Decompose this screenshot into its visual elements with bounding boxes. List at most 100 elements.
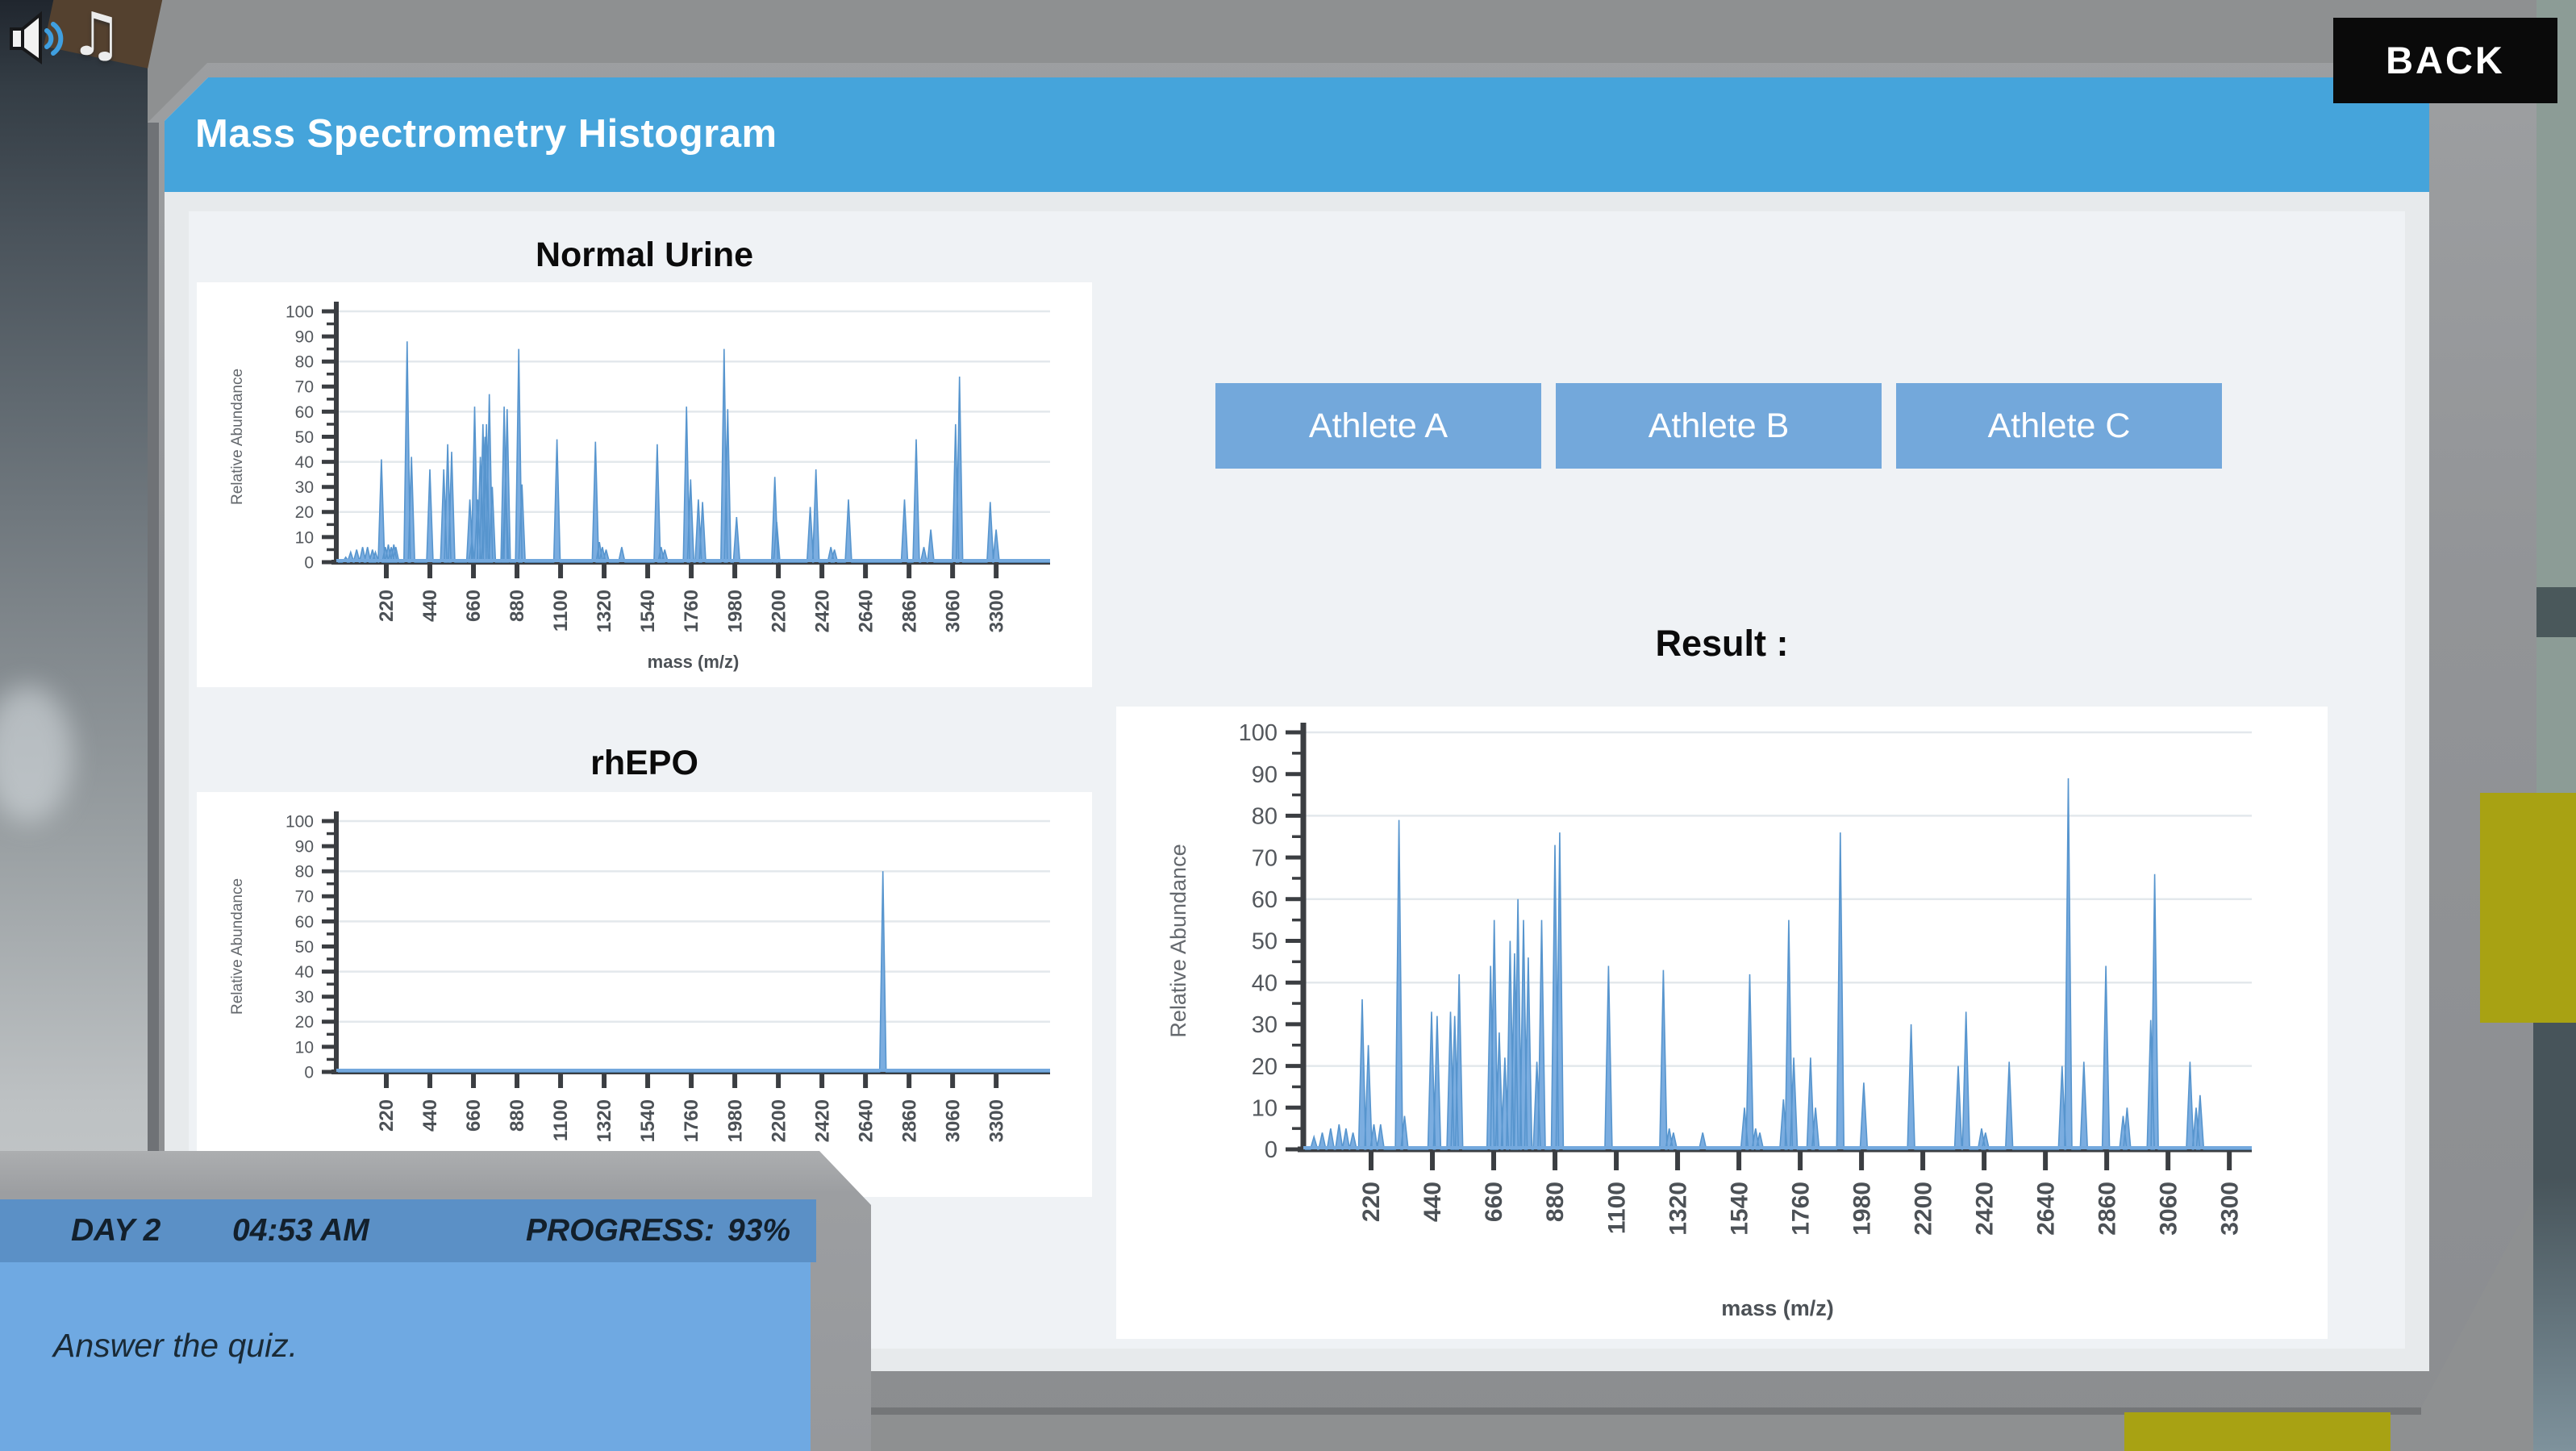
svg-text:1320: 1320 [1665,1182,1691,1236]
svg-text:1760: 1760 [681,1099,702,1142]
rhepo-chart-title: rhEPO [197,744,1092,783]
background-photo-detail [2536,587,2576,637]
svg-text:40: 40 [1252,970,1278,996]
svg-text:220: 220 [376,590,398,622]
svg-text:2860: 2860 [2094,1182,2120,1236]
svg-text:1980: 1980 [724,590,746,632]
svg-text:90: 90 [295,837,314,856]
svg-text:3300: 3300 [986,590,1007,632]
svg-text:0: 0 [304,1063,314,1082]
svg-text:Relative Abundance: Relative Abundance [229,369,246,505]
svg-text:880: 880 [506,1099,528,1132]
background-accent-olive [2480,793,2576,1023]
svg-text:2860: 2860 [898,1099,920,1142]
svg-text:20: 20 [295,503,314,522]
svg-text:660: 660 [463,590,485,622]
athlete-c-button[interactable]: Athlete C [1896,383,2222,469]
svg-text:3300: 3300 [2216,1182,2243,1236]
svg-text:1320: 1320 [594,590,615,632]
status-bar: DAY 2 04:53 AM PROGRESS: 93% [0,1199,816,1262]
rhepo-chart: 0102030405060708090100220440660880110013… [197,792,1092,1197]
athlete-a-button[interactable]: Athlete A [1215,383,1541,469]
svg-text:2420: 2420 [811,590,833,632]
background-accent-olive [2124,1412,2391,1451]
svg-text:880: 880 [506,590,528,622]
svg-text:660: 660 [463,1099,485,1132]
svg-text:660: 660 [1481,1182,1507,1222]
svg-text:1100: 1100 [550,590,572,632]
svg-text:2200: 2200 [1910,1182,1936,1236]
svg-text:100: 100 [286,302,314,321]
svg-text:1540: 1540 [637,590,659,632]
svg-text:1980: 1980 [724,1099,746,1142]
svg-text:440: 440 [1419,1182,1446,1222]
svg-text:0: 0 [1265,1137,1278,1163]
svg-text:40: 40 [295,453,314,472]
time-label: 04:53 AM [232,1199,369,1262]
svg-text:2640: 2640 [855,1099,877,1142]
svg-text:80: 80 [295,863,314,882]
svg-text:1320: 1320 [594,1099,615,1142]
title-bar: Mass Spectrometry Histogram [165,77,2429,192]
svg-text:220: 220 [1358,1182,1385,1222]
svg-text:80: 80 [1252,804,1278,830]
svg-text:2200: 2200 [768,1099,790,1142]
svg-text:50: 50 [295,938,314,957]
svg-text:3060: 3060 [942,590,964,632]
svg-text:20: 20 [1252,1054,1278,1080]
svg-text:1100: 1100 [1603,1182,1630,1234]
background-photo-detail [2533,1023,2576,1178]
svg-text:30: 30 [1252,1012,1278,1038]
svg-text:70: 70 [295,888,314,907]
athlete-b-button[interactable]: Athlete B [1556,383,1882,469]
result-chart-card: 0102030405060708090100220440660880110013… [1116,707,2328,1339]
svg-text:60: 60 [295,913,314,932]
svg-text:90: 90 [1252,762,1278,788]
svg-text:10: 10 [1252,1095,1278,1121]
svg-text:10: 10 [295,528,314,547]
svg-text:70: 70 [295,378,314,397]
svg-text:60: 60 [1252,887,1278,913]
page-title: Mass Spectrometry Histogram [195,77,2429,190]
svg-text:100: 100 [286,812,314,831]
normal-urine-chart-card: 0 10 20 30 40 50 60 70 80 90 100 220 440 660 880 1100 13… [197,282,1092,687]
svg-text:3060: 3060 [942,1099,964,1142]
normal-urine-chart: 0 10 20 30 40 50 60 70 80 90 100 220 440 660 880 1100 13… [197,282,1092,687]
result-chart-title: Result : [1116,623,2328,665]
progress-label: PROGRESS: [526,1199,715,1262]
result-chart: 0102030405060708090100220440660880110013… [1116,707,2328,1339]
svg-text:20: 20 [295,1013,314,1032]
svg-text:3300: 3300 [986,1099,1007,1142]
svg-text:30: 30 [295,988,314,1007]
svg-text:1540: 1540 [637,1099,659,1142]
svg-text:1760: 1760 [1787,1182,1814,1236]
svg-text:2420: 2420 [811,1099,833,1142]
svg-text:2640: 2640 [855,590,877,632]
back-button[interactable]: BACK [2333,18,2557,103]
svg-text:80: 80 [295,353,314,372]
svg-text:50: 50 [295,428,314,447]
svg-text:3060: 3060 [2155,1182,2182,1236]
svg-text:440: 440 [419,590,441,622]
game-screen: Mass Spectrometry Histogram Normal Urine… [0,0,2576,1451]
background-photo-detail [2533,1178,2576,1451]
svg-text:90: 90 [295,327,314,346]
svg-text:mass (m/z): mass (m/z) [648,652,740,672]
svg-text:30: 30 [295,478,314,497]
svg-text:440: 440 [419,1099,441,1132]
svg-text:220: 220 [376,1099,398,1132]
music-note-icon[interactable]: ♫ [69,0,123,69]
svg-text:0: 0 [304,553,314,572]
svg-text:1760: 1760 [681,590,702,632]
svg-text:60: 60 [295,403,314,422]
speaker-icon[interactable] [6,10,68,66]
svg-text:2640: 2640 [2032,1182,2059,1236]
svg-text:880: 880 [1542,1182,1569,1222]
svg-text:2860: 2860 [898,590,920,632]
svg-text:40: 40 [295,963,314,982]
rhepo-chart-card: 0102030405060708090100220440660880110013… [197,792,1092,1197]
svg-text:10: 10 [295,1038,314,1057]
svg-text:1540: 1540 [1726,1182,1753,1236]
svg-text:Relative Abundance: Relative Abundance [1166,844,1190,1037]
day-label: DAY 2 [71,1199,160,1262]
